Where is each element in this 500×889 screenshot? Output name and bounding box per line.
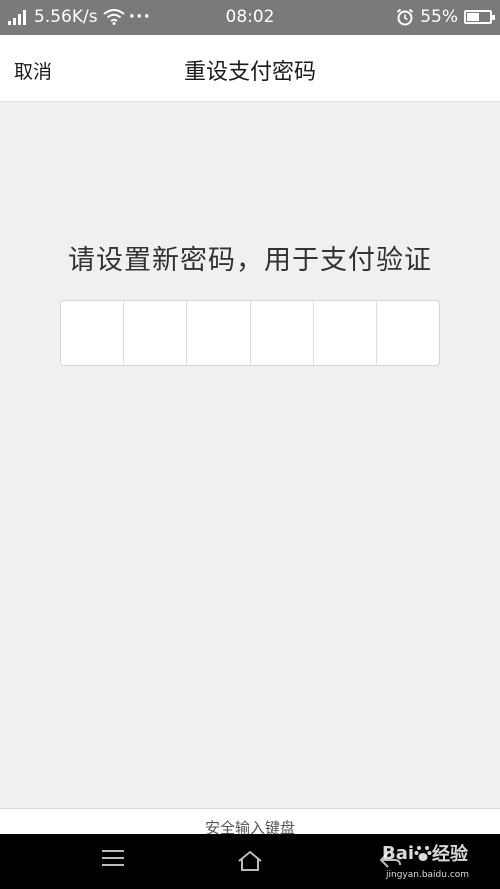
page-title: 重设支付密码 [183,60,316,85]
pin-cell[interactable] [124,301,188,365]
status-bar: 5.56K/s ··· 08:02 55% [0,0,500,35]
navigation-bar: 取消 重设支付密码 [0,35,500,102]
menu-icon [102,850,124,866]
watermark-url: jingyan.baidu.com [386,870,470,880]
watermark-brand: Bai [382,842,415,864]
password-input[interactable] [60,300,440,366]
secure-keyboard-label: 安全输入键盘 [0,808,500,837]
home-button[interactable] [237,850,263,876]
baidu-watermark: Bai 经验 jingyan.baidu.com [382,840,469,881]
pin-cell[interactable] [377,301,439,365]
pin-cell[interactable] [61,301,125,365]
battery-percent: 55% [420,7,458,27]
password-prompt: 请设置新密码，用于支付验证 [68,245,432,276]
watermark-brand-cn: 经验 [432,844,469,865]
menu-button[interactable] [102,850,124,871]
pin-cell[interactable] [314,301,377,365]
home-icon [238,850,262,871]
battery-icon [464,10,495,24]
cancel-button[interactable]: 取消 [14,57,52,84]
pin-cell[interactable] [251,301,314,365]
alarm-icon [397,8,414,26]
paw-logo-icon [414,846,432,861]
pin-cell[interactable] [187,301,251,365]
